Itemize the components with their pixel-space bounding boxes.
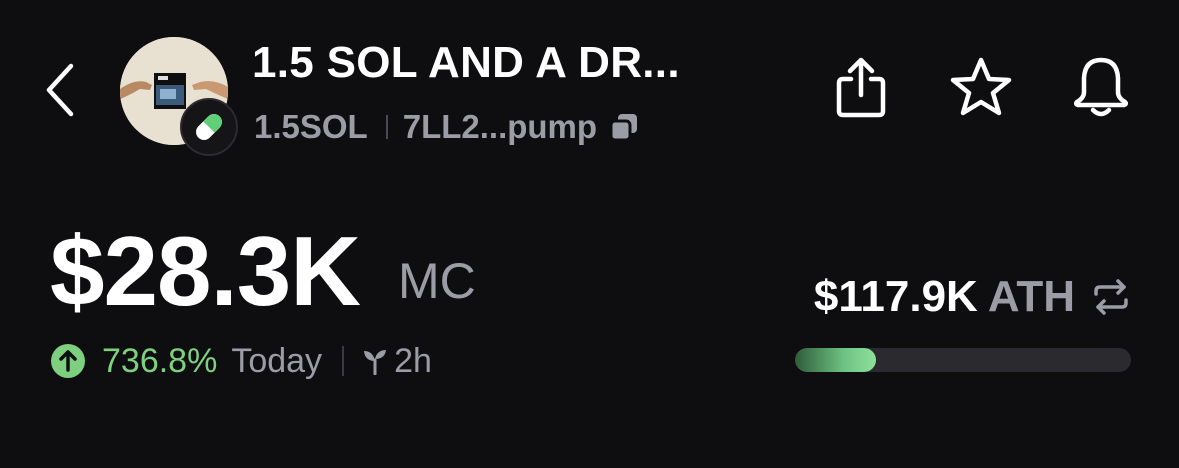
change-row: 736.8% Today 2h: [50, 340, 432, 382]
chevron-left-icon: [46, 63, 74, 117]
ath-value: $117.9K: [813, 272, 978, 321]
sprout-icon: [364, 350, 387, 375]
ath-progress-fill: [795, 348, 876, 372]
token-age: 2h: [394, 341, 432, 380]
bell-icon: [1073, 57, 1129, 117]
alerts-button[interactable]: [1066, 52, 1136, 122]
swap-icon: [1094, 279, 1128, 315]
arrow-up-circle-icon: [51, 344, 85, 378]
toggle-metric-button[interactable]: [1091, 277, 1131, 317]
divider: [385, 115, 388, 139]
pump-badge: [180, 98, 238, 156]
pill-icon: [196, 114, 222, 140]
share-icon: [836, 57, 886, 118]
change-percent: 736.8%: [102, 341, 218, 380]
token-symbol: 1.5SOL: [254, 108, 368, 145]
share-button[interactable]: [830, 52, 892, 122]
ath-label: ATH: [987, 272, 1075, 321]
ath-row: $117.9K ATH: [814, 272, 1131, 322]
token-subline: 1.5SOL 7LL2...pump: [254, 108, 641, 146]
star-icon: [950, 57, 1012, 116]
copy-button[interactable]: [607, 110, 641, 144]
change-period: Today: [231, 341, 323, 380]
copy-icon: [609, 114, 638, 142]
back-button[interactable]: [30, 58, 90, 122]
favorite-button[interactable]: [945, 52, 1017, 122]
market-cap-value: $28.3K: [50, 216, 361, 326]
ath-progress-bar: [795, 348, 1131, 372]
token-name: 1.5 SOL AND A DR...: [252, 38, 680, 87]
contract-address[interactable]: 7LL2...pump: [403, 108, 597, 146]
divider: [342, 346, 345, 376]
market-cap-label: MC: [398, 253, 476, 309]
